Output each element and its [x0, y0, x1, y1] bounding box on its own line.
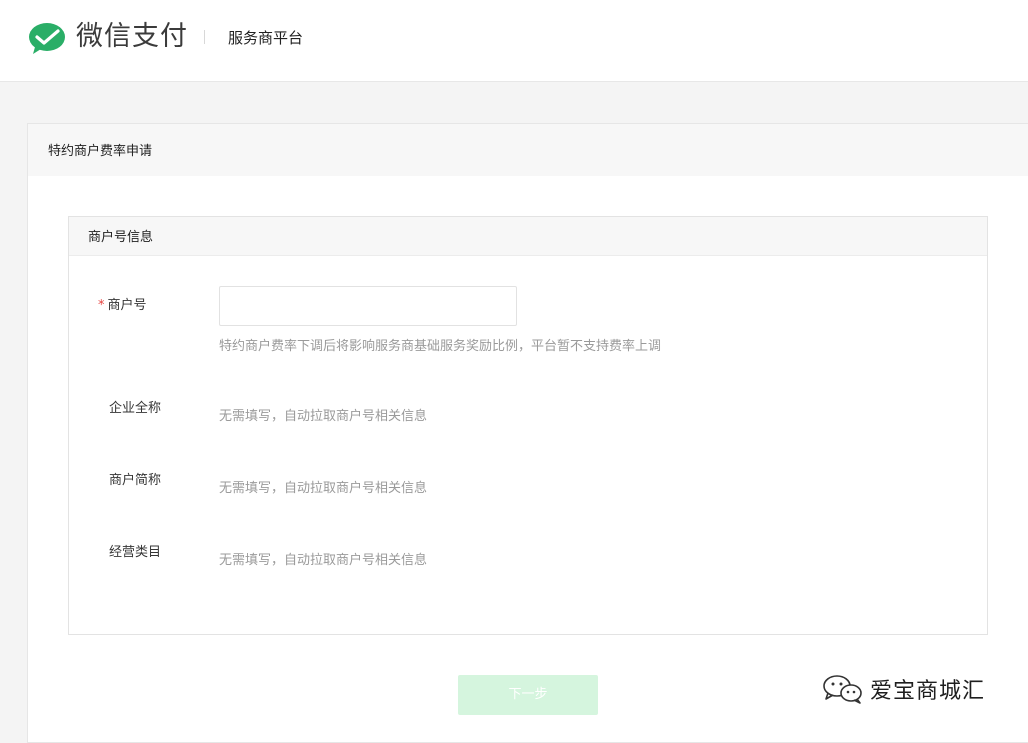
- brand-name: 微信支付: [76, 21, 188, 52]
- watermark-text: 爱宝商城汇: [870, 679, 986, 704]
- category-label: 经营类目: [109, 545, 162, 560]
- fee-application-card: 特约商户费率申请 商户号信息 * 商户号 特约商户费率下调后将影响服务商基础服务奖…: [27, 123, 1028, 743]
- header-divider: [204, 30, 205, 44]
- short-name-label: 商户简称: [109, 473, 162, 488]
- category-hint: 无需填写，自动拉取商户号相关信息: [219, 553, 428, 568]
- panel-header: 商户号信息: [69, 217, 987, 256]
- merchant-id-label: * 商户号: [98, 297, 147, 315]
- company-name-label: 企业全称: [109, 401, 162, 416]
- required-mark: *: [98, 298, 105, 313]
- top-header: 微信支付 服务商平台: [0, 0, 1028, 82]
- wechat-bubbles-icon: [823, 675, 862, 704]
- merchant-info-panel: 商户号信息 * 商户号 特约商户费率下调后将影响服务商基础服务奖励比例，平台暂不支…: [68, 216, 988, 635]
- merchant-id-hint: 特约商户费率下调后将影响服务商基础服务奖励比例，平台暂不支持费率上调: [219, 339, 662, 354]
- company-name-hint: 无需填写，自动拉取商户号相关信息: [219, 409, 428, 424]
- short-name-hint: 无需填写，自动拉取商户号相关信息: [219, 481, 428, 496]
- platform-name: 服务商平台: [228, 29, 304, 47]
- wechat-pay-logo-icon: [29, 23, 65, 54]
- page-title: 特约商户费率申请: [48, 144, 153, 159]
- watermark: 爱宝商城汇: [822, 672, 985, 706]
- merchant-id-input[interactable]: [219, 286, 517, 326]
- card-header: 特约商户费率申请: [28, 124, 1028, 176]
- merchant-id-label-text: 商户号: [107, 298, 147, 313]
- next-step-button[interactable]: 下一步: [458, 675, 598, 715]
- panel-title: 商户号信息: [88, 230, 154, 245]
